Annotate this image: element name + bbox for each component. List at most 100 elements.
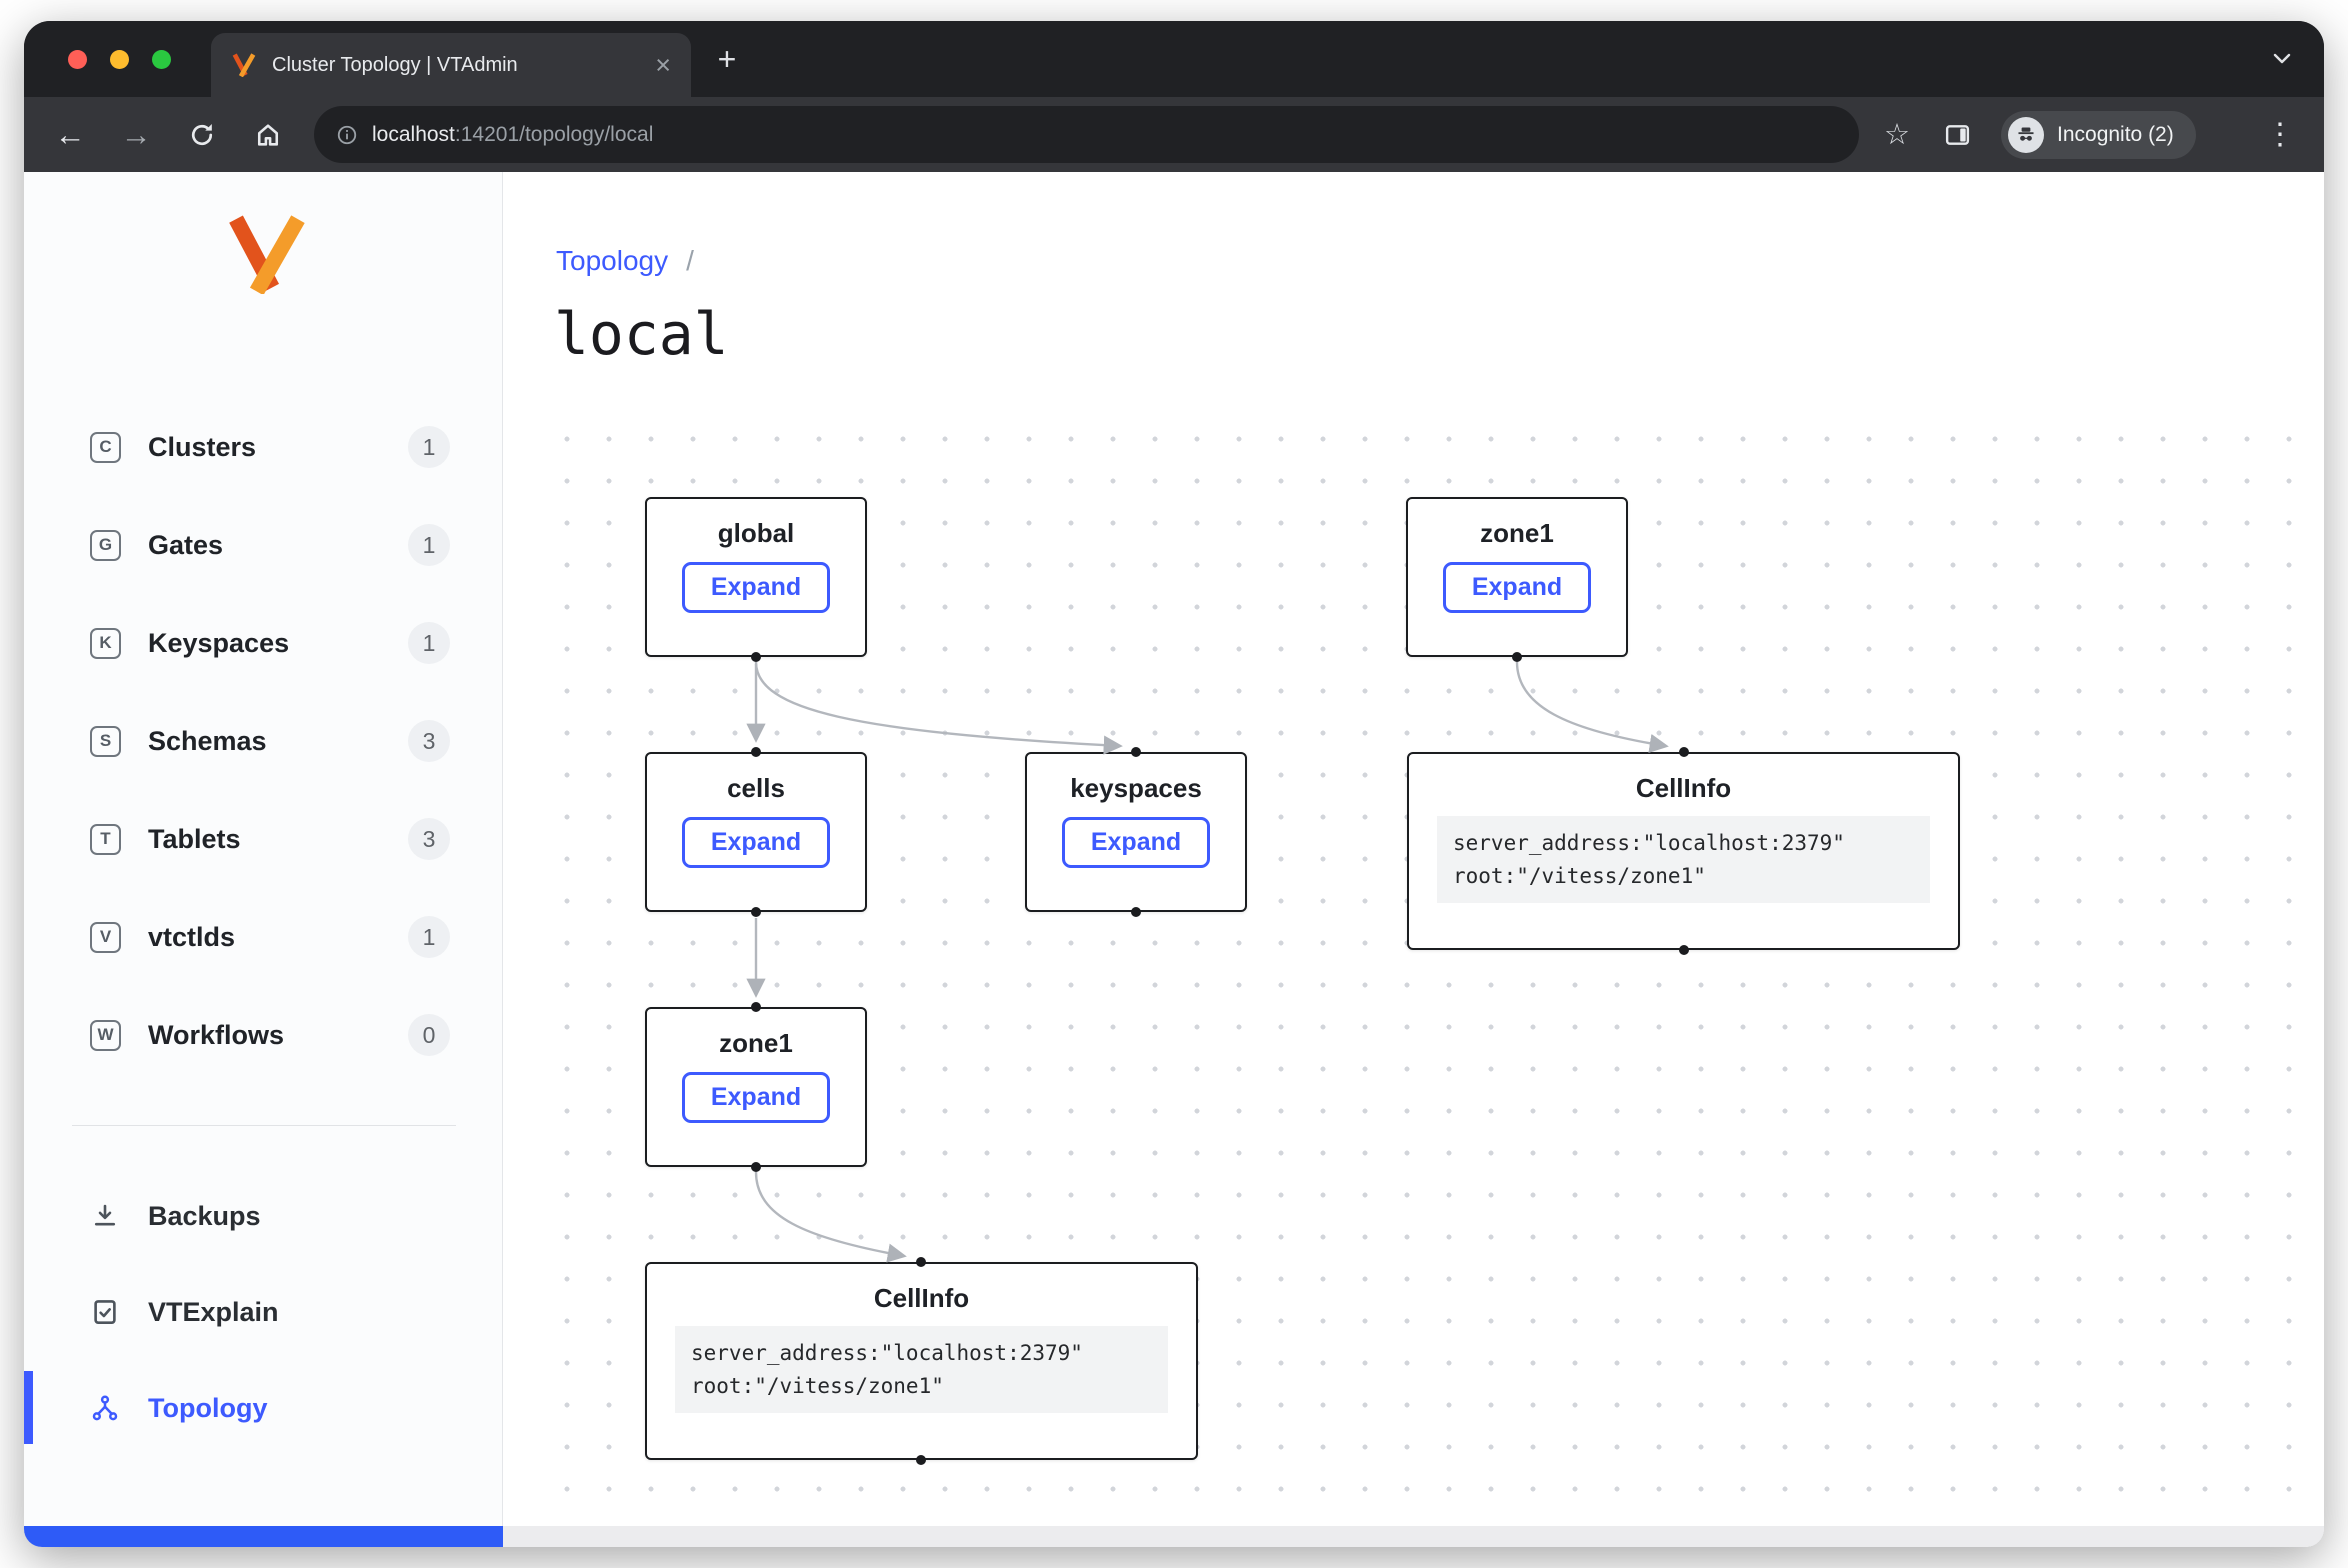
tablets-icon: T xyxy=(90,824,121,855)
vitess-logo-icon[interactable] xyxy=(225,214,309,299)
incognito-icon xyxy=(2008,117,2044,153)
sidebar-item-vtexplain[interactable]: VTExplain xyxy=(24,1264,502,1360)
window-controls xyxy=(68,50,171,69)
sidebar-item-label: VTExplain xyxy=(148,1297,279,1328)
sidebar-item-label: Workflows xyxy=(148,1020,284,1051)
sidebar-item-label: Backups xyxy=(148,1201,261,1232)
main-bottom-strip xyxy=(503,1526,2324,1547)
gates-icon: G xyxy=(90,530,121,561)
count-badge: 1 xyxy=(408,524,450,566)
topology-node-zone1: zone1 Expand xyxy=(1406,497,1628,657)
breadcrumb: Topology / xyxy=(556,245,694,277)
count-badge: 1 xyxy=(408,426,450,468)
sidebar-item-schemas[interactable]: S Schemas 3 xyxy=(24,692,502,790)
sidebar-item-label: Gates xyxy=(148,530,223,561)
sidebar-bottom-strip xyxy=(24,1526,503,1547)
topology-node-keyspaces: keyspaces Expand xyxy=(1025,752,1247,912)
fullscreen-window-button[interactable] xyxy=(152,50,171,69)
topology-node-cells: cells Expand xyxy=(645,752,867,912)
forward-button[interactable]: → xyxy=(114,113,158,157)
sidebar-nav: C Clusters 1 G Gates 1 K Keyspaces 1 S S… xyxy=(24,398,502,1084)
profile-label: Incognito (2) xyxy=(2057,123,2174,147)
cellinfo-code-line: server_address:"localhost:2379" xyxy=(1453,827,1914,860)
tab-title: Cluster Topology | VTAdmin xyxy=(272,54,645,77)
clusters-icon: C xyxy=(90,432,121,463)
topology-node-zone1-cell: zone1 Expand xyxy=(645,1007,867,1167)
page-title: local xyxy=(554,300,729,368)
expand-button[interactable]: Expand xyxy=(1443,562,1591,613)
breadcrumb-separator: / xyxy=(686,245,694,277)
node-title: zone1 xyxy=(1480,518,1554,549)
cellinfo-code: server_address:"localhost:2379" root:"/v… xyxy=(675,1326,1168,1413)
node-title: CellInfo xyxy=(1636,773,1731,804)
count-badge: 0 xyxy=(408,1014,450,1056)
url-host: localhost xyxy=(372,123,455,146)
sidebar-item-label: Tablets xyxy=(148,824,241,855)
sidebar-item-label: vtctlds xyxy=(148,922,235,953)
sidebar: C Clusters 1 G Gates 1 K Keyspaces 1 S S… xyxy=(24,172,503,1547)
document-check-icon xyxy=(90,1297,120,1327)
sidebar-item-vtctlds[interactable]: V vtctlds 1 xyxy=(24,888,502,986)
download-icon xyxy=(90,1201,120,1231)
cellinfo-code-line: root:"/vitess/zone1" xyxy=(691,1370,1152,1403)
sidebar-item-clusters[interactable]: C Clusters 1 xyxy=(24,398,502,496)
url-path: :14201/topology/local xyxy=(455,123,654,146)
breadcrumb-topology-link[interactable]: Topology xyxy=(556,245,668,277)
count-badge: 1 xyxy=(408,622,450,664)
topology-icon xyxy=(90,1393,120,1423)
refresh-button[interactable] xyxy=(180,113,224,157)
schemas-icon: S xyxy=(90,726,121,757)
keyspaces-icon: K xyxy=(90,628,121,659)
browser-menu-icon[interactable]: ⋮ xyxy=(2260,115,2300,155)
expand-button[interactable]: Expand xyxy=(682,562,830,613)
browser-tab[interactable]: Cluster Topology | VTAdmin × xyxy=(211,33,691,97)
sidebar-item-label: Clusters xyxy=(148,432,256,463)
address-bar[interactable]: localhost:14201/topology/local xyxy=(314,106,1859,163)
sidebar-item-tablets[interactable]: T Tablets 3 xyxy=(24,790,502,888)
sidebar-divider xyxy=(72,1125,456,1126)
cellinfo-code: server_address:"localhost:2379" root:"/v… xyxy=(1437,816,1930,903)
tab-search-chevron-icon[interactable] xyxy=(2270,47,2294,71)
close-window-button[interactable] xyxy=(68,50,87,69)
tab-strip: Cluster Topology | VTAdmin × + xyxy=(24,21,2324,97)
count-badge: 3 xyxy=(408,720,450,762)
site-info-icon[interactable] xyxy=(336,124,358,146)
node-title: zone1 xyxy=(719,1028,793,1059)
sidebar-item-gates[interactable]: G Gates 1 xyxy=(24,496,502,594)
sidebar-item-workflows[interactable]: W Workflows 0 xyxy=(24,986,502,1084)
profile-chip[interactable]: Incognito (2) xyxy=(2001,111,2196,159)
sidebar-item-topology[interactable]: Topology xyxy=(24,1360,502,1456)
sidebar-item-label: Keyspaces xyxy=(148,628,289,659)
vtctlds-icon: V xyxy=(90,922,121,953)
url-text: localhost:14201/topology/local xyxy=(372,123,653,147)
page-content: C Clusters 1 G Gates 1 K Keyspaces 1 S S… xyxy=(24,172,2324,1547)
home-button[interactable] xyxy=(246,113,290,157)
topology-node-global: global Expand xyxy=(645,497,867,657)
expand-button[interactable]: Expand xyxy=(682,817,830,868)
sidebar-item-backups[interactable]: Backups xyxy=(24,1168,502,1264)
expand-button[interactable]: Expand xyxy=(682,1072,830,1123)
browser-window: Cluster Topology | VTAdmin × + ← → xyxy=(24,21,2324,1547)
vitess-favicon-icon xyxy=(231,53,257,77)
node-title: cells xyxy=(727,773,785,804)
expand-button[interactable]: Expand xyxy=(1062,817,1210,868)
count-badge: 1 xyxy=(408,916,450,958)
count-badge: 3 xyxy=(408,818,450,860)
topology-node-cellinfo-right: CellInfo server_address:"localhost:2379"… xyxy=(1407,752,1960,950)
sidebar-item-keyspaces[interactable]: K Keyspaces 1 xyxy=(24,594,502,692)
node-title: CellInfo xyxy=(874,1283,969,1314)
sidebar-item-label: Schemas xyxy=(148,726,267,757)
node-title: global xyxy=(718,518,795,549)
topology-node-cellinfo-bottom: CellInfo server_address:"localhost:2379"… xyxy=(645,1262,1198,1460)
node-title: keyspaces xyxy=(1070,773,1202,804)
main-content: Topology / local global Expand zone1 Exp… xyxy=(504,172,2324,1547)
sidebar-footer-nav: Backups VTExplain xyxy=(24,1168,502,1456)
browser-toolbar: ← → localhost:14201/topology/local ☆ xyxy=(24,97,2324,172)
side-panel-icon[interactable] xyxy=(1937,115,1977,155)
back-button[interactable]: ← xyxy=(48,113,92,157)
minimize-window-button[interactable] xyxy=(110,50,129,69)
new-tab-button[interactable]: + xyxy=(707,39,747,79)
bookmark-star-icon[interactable]: ☆ xyxy=(1877,115,1917,155)
close-tab-icon[interactable]: × xyxy=(655,52,671,79)
sidebar-item-label: Topology xyxy=(148,1393,267,1424)
